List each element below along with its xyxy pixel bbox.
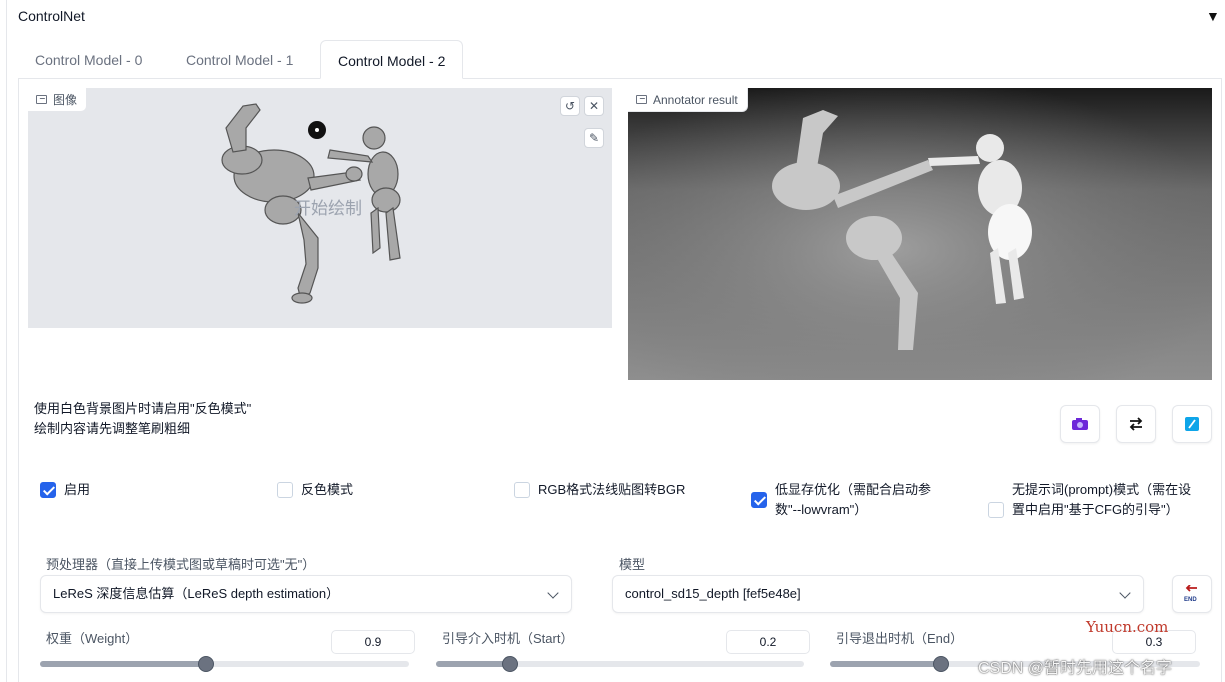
svg-text:END: END	[1184, 597, 1197, 603]
image-canvas[interactable]: 图像 ↺ ✕ ✎ 开始绘制	[28, 88, 612, 328]
pose-figures: 开始绘制	[221, 103, 401, 304]
start-input[interactable]: 0.2	[726, 630, 810, 654]
accordion-toggle-icon[interactable]: ▼	[1206, 8, 1220, 24]
low-vram-checkbox-box[interactable]	[751, 492, 767, 508]
end-refresh-icon: END	[1184, 585, 1197, 603]
rgb-to-bgr-checkbox-box[interactable]	[514, 482, 530, 498]
model-dropdown[interactable]: control_sd15_depth [fef5e48e]	[612, 575, 1144, 613]
hint-brush: 绘制内容请先调整笔刷粗细	[34, 421, 191, 436]
low-vram-checkbox[interactable]: 低显存优化（需配合启动参数"--lowvram"）	[751, 480, 951, 520]
rgb-to-bgr-checkbox[interactable]: RGB格式法线贴图转BGR	[514, 480, 685, 500]
start-label: 引导介入时机（Start）	[442, 631, 574, 646]
start-slider-fill	[436, 661, 510, 667]
image-icon	[636, 95, 647, 104]
accordion-title[interactable]: ControlNet	[18, 8, 85, 24]
annotator-label: Annotator result	[628, 88, 748, 112]
guess-mode-checkbox-box[interactable]	[988, 502, 1004, 518]
right-figure-head	[362, 126, 386, 150]
model-label: 模型	[619, 557, 646, 572]
left-figure-foot	[291, 292, 313, 304]
camera-button[interactable]	[1060, 405, 1100, 443]
left-figure-leg-up	[225, 103, 261, 153]
tab-control-model-2[interactable]: Control Model - 2	[320, 40, 464, 79]
end-slider-fill	[830, 661, 941, 667]
start-slider[interactable]	[436, 656, 804, 672]
guess-mode-checkbox[interactable]: 无提示词(prompt)模式（需在设置中启用"基于CFG的引导"）	[988, 480, 1198, 520]
left-figure-fist	[345, 166, 363, 182]
swap-button[interactable]	[1116, 405, 1156, 443]
canvas-watermark: 开始绘制	[294, 199, 362, 218]
weight-input[interactable]: 0.9	[331, 630, 415, 654]
site-watermark: Yuucn.com	[1086, 618, 1169, 636]
straight-ruler-icon	[1185, 417, 1199, 431]
weight-slider-fill	[40, 661, 207, 667]
csdn-watermark: CSDN @暂时先用这个名字	[978, 660, 1173, 677]
invert-checkbox-box[interactable]	[277, 482, 293, 498]
preprocessor-label: 预处理器（直接上传模式图或草稿时可选"无"）	[46, 557, 316, 572]
end-slider-thumb[interactable]	[933, 656, 949, 672]
left-figure-leg-down	[297, 212, 319, 302]
start-slider-thumb[interactable]	[501, 656, 518, 672]
right-figure-arm	[327, 149, 374, 163]
right-figure-hip	[371, 187, 401, 213]
annotator-result-panel: Annotator result	[628, 88, 1212, 380]
enable-checkbox-box[interactable]	[40, 482, 56, 498]
camera-icon	[1072, 418, 1088, 430]
depth-map	[628, 88, 1212, 380]
right-figure-leg-right	[385, 206, 401, 261]
invert-checkbox[interactable]: 反色模式	[277, 480, 353, 500]
hint-invert: 使用白色背景图片时请启用"反色模式"	[34, 401, 252, 416]
chevron-down-icon	[547, 587, 559, 599]
end-label: 引导退出时机（End）	[836, 631, 964, 646]
preprocessor-dropdown[interactable]: LeReS 深度信息估算（LeReS depth estimation）	[40, 575, 572, 613]
weight-label: 权重（Weight）	[46, 631, 139, 646]
swap-icon	[1129, 417, 1143, 431]
tab-control-model-1[interactable]: Control Model - 1	[169, 40, 310, 79]
right-figure-leg-left	[370, 206, 381, 255]
weight-slider-thumb[interactable]	[198, 656, 215, 672]
tab-control-model-0[interactable]: Control Model - 0	[18, 40, 159, 79]
weight-slider[interactable]	[40, 656, 409, 672]
chevron-down-icon	[1119, 587, 1131, 599]
enable-checkbox[interactable]: 启用	[40, 480, 90, 500]
brush-cursor-dot	[315, 128, 319, 132]
depth-glow	[628, 88, 1212, 380]
send-dimensions-button[interactable]	[1172, 405, 1212, 443]
refresh-models-button[interactable]: END	[1172, 575, 1212, 613]
